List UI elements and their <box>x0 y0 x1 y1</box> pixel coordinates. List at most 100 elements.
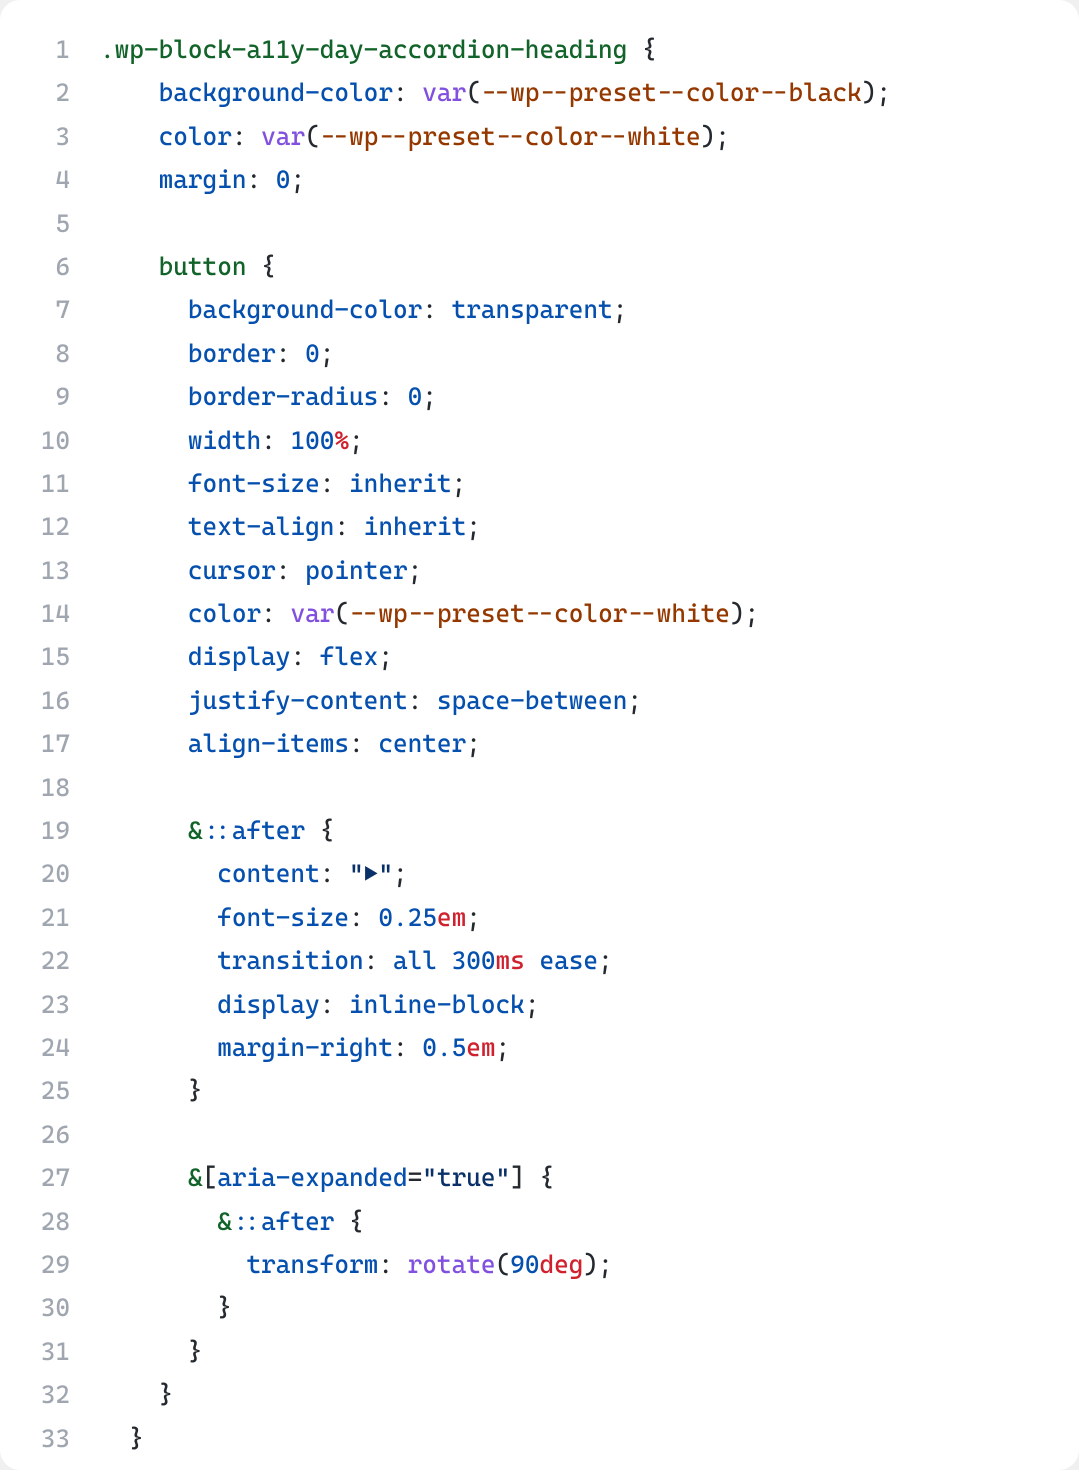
token-func: var <box>290 599 334 628</box>
line-number: 25 <box>0 1069 100 1112</box>
token-punc: : <box>393 78 422 107</box>
token-kw: inherit <box>349 469 452 498</box>
token-punc: : <box>378 382 407 411</box>
token-var: --wp--preset--color--black <box>481 78 862 107</box>
token-num: 0 <box>276 165 291 194</box>
code-content: width: 100%; <box>100 419 1079 462</box>
token-attr: aria-expanded <box>217 1163 407 1192</box>
line-number: 4 <box>0 158 100 201</box>
code-content: align-items: center; <box>100 722 1079 765</box>
code-content: color: var(--wp--preset--color--white); <box>100 115 1079 158</box>
token-punc: ; <box>408 556 423 585</box>
token-unit: deg <box>539 1250 583 1279</box>
line-number: 32 <box>0 1373 100 1416</box>
token-func: var <box>422 78 466 107</box>
token-unit: em <box>437 903 466 932</box>
code-line: 14 color: var(--wp--preset--color--white… <box>0 592 1079 635</box>
token-prop: border <box>188 339 276 368</box>
code-content: } <box>100 1330 1079 1373</box>
token-punc: ; <box>452 469 467 498</box>
token-prop: color <box>188 599 261 628</box>
code-line: 15 display: flex; <box>0 635 1079 678</box>
token-prop: align-items <box>188 729 349 758</box>
token-punc: ); <box>583 1250 612 1279</box>
token-punc <box>100 382 188 411</box>
token-prop: transition <box>217 946 363 975</box>
line-number: 23 <box>0 983 100 1026</box>
code-line: 13 cursor: pointer; <box>0 549 1079 592</box>
token-punc: : <box>349 729 378 758</box>
token-num: 90 <box>510 1250 539 1279</box>
line-number: 31 <box>0 1330 100 1373</box>
code-line: 18 <box>0 766 1079 809</box>
code-content: font-size: 0.25em; <box>100 896 1079 939</box>
token-amp: & <box>188 1163 203 1192</box>
code-line: 25 } <box>0 1069 1079 1112</box>
code-content: } <box>100 1417 1079 1460</box>
token-punc: ; <box>349 426 364 455</box>
token-punc: : <box>320 469 349 498</box>
token-punc: : <box>349 903 378 932</box>
line-number: 2 <box>0 71 100 114</box>
code-content: border-radius: 0; <box>100 375 1079 418</box>
code-line: 26 <box>0 1113 1079 1156</box>
token-punc: } <box>100 1076 203 1105</box>
code-line: 33 } <box>0 1417 1079 1460</box>
code-content: background-color: transparent; <box>100 288 1079 331</box>
code-line: 29 transform: rotate(90deg); <box>0 1243 1079 1286</box>
code-content: &::after { <box>100 809 1079 852</box>
line-number: 21 <box>0 896 100 939</box>
line-number: 11 <box>0 462 100 505</box>
token-prop: color <box>159 122 232 151</box>
token-punc: ; <box>422 382 437 411</box>
code-line: 23 display: inline-block; <box>0 983 1079 1026</box>
code-content: &::after { <box>100 1200 1079 1243</box>
line-number: 27 <box>0 1156 100 1199</box>
token-prop: border-radius <box>188 382 378 411</box>
token-punc <box>100 252 159 281</box>
token-unit: % <box>334 426 349 455</box>
token-punc: { <box>246 252 275 281</box>
token-unit: ms <box>496 946 525 975</box>
token-punc: : <box>246 165 275 194</box>
token-punc: { <box>305 816 334 845</box>
token-punc: [ <box>203 1163 218 1192</box>
token-func: var <box>261 122 305 151</box>
code-line: 10 width: 100%; <box>0 419 1079 462</box>
token-punc: : <box>334 512 363 541</box>
token-punc <box>100 1033 217 1062</box>
token-punc <box>100 990 217 1019</box>
token-num: 300 <box>452 946 496 975</box>
token-punc <box>100 729 188 758</box>
token-kw: transparent <box>452 295 613 324</box>
token-punc: ( <box>496 1250 511 1279</box>
token-prop: transform <box>246 1250 378 1279</box>
token-punc: : <box>276 556 305 585</box>
token-punc <box>100 556 188 585</box>
line-number: 5 <box>0 202 100 245</box>
token-punc: : <box>232 122 261 151</box>
code-content: } <box>100 1069 1079 1112</box>
token-punc: ( <box>334 599 349 628</box>
token-punc <box>100 1207 217 1236</box>
token-punc <box>100 599 188 628</box>
token-prop: margin <box>159 165 247 194</box>
code-content: .wp-block-a11y-day-accordion-heading { <box>100 28 1079 71</box>
token-punc: : <box>378 1250 407 1279</box>
token-punc <box>100 686 188 715</box>
code-block: 1.wp-block-a11y-day-accordion-heading {2… <box>0 0 1079 1470</box>
code-line: 30 } <box>0 1286 1079 1329</box>
token-num: 100 <box>290 426 334 455</box>
token-punc: ); <box>701 122 730 151</box>
token-prop: font-size <box>217 903 349 932</box>
token-punc: ; <box>290 165 305 194</box>
code-content: button { <box>100 245 1079 288</box>
code-line: 22 transition: all 300ms ease; <box>0 939 1079 982</box>
code-content: color: var(--wp--preset--color--white); <box>100 592 1079 635</box>
token-kw: inline-block <box>349 990 525 1019</box>
line-number: 30 <box>0 1286 100 1329</box>
line-number: 28 <box>0 1200 100 1243</box>
token-num: 0 <box>305 339 320 368</box>
token-kw: space-between <box>437 686 627 715</box>
token-punc <box>100 78 159 107</box>
